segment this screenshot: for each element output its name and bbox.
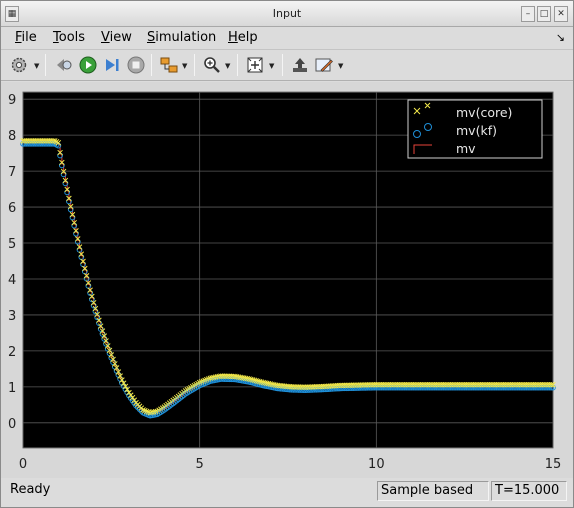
toolbar-separator (45, 54, 46, 76)
x-tick-label: 5 (196, 457, 204, 472)
status-bar: Ready Sample based T=15.000 (1, 479, 573, 507)
menu-tools[interactable]: Tools (53, 30, 85, 45)
close-button[interactable]: ✕ (554, 6, 568, 22)
menu-view-label: iew (109, 30, 132, 45)
y-tick-label: 1 (8, 381, 16, 396)
x-tick-label: 15 (545, 457, 562, 472)
menu-simulation-label: imulation (155, 30, 217, 45)
signal-selector-dropdown-arrow[interactable]: ▼ (182, 62, 187, 70)
menu-file-label: ile (21, 30, 37, 45)
undock-icon[interactable]: ↘ (556, 31, 565, 44)
x-tick-label: 10 (368, 457, 385, 472)
style-icon[interactable] (314, 55, 334, 75)
menu-simulation[interactable]: Simulation (147, 30, 216, 45)
gear-dropdown-arrow[interactable]: ▼ (34, 62, 39, 70)
toolbar-separator (151, 54, 152, 76)
y-tick-label: 3 (8, 309, 16, 324)
zoom-icon[interactable] (202, 55, 222, 75)
menu-help-label: elp (237, 30, 258, 45)
gear-icon[interactable] (9, 55, 29, 75)
menu-file[interactable]: File (15, 30, 37, 45)
y-tick-label: 0 (8, 417, 16, 432)
menu-help-mnemonic: H (228, 30, 238, 45)
title-bar[interactable]: ▦ Input – □ ✕ (1, 1, 573, 27)
fit-dropdown-arrow[interactable]: ▼ (269, 62, 274, 70)
y-tick-label: 2 (8, 345, 16, 360)
plot-area: 0 1 2 3 4 5 6 7 8 9 0 5 10 15 mv(core) mv(kf) mv (1, 82, 573, 478)
maximize-button[interactable]: □ (537, 6, 551, 22)
menu-help[interactable]: Help (228, 30, 258, 45)
zoom-dropdown-arrow[interactable]: ▼ (225, 62, 230, 70)
x-tick-label: 0 (19, 457, 27, 472)
stop-icon[interactable] (126, 55, 146, 75)
legend-label: mv(kf) (456, 123, 497, 138)
toolbar-separator (237, 54, 238, 76)
status-time: T=15.000 (491, 481, 567, 501)
menu-bar: File Tools View Simulation Help ↘ (1, 27, 573, 49)
y-tick-label: 4 (8, 273, 16, 288)
menu-view[interactable]: View (101, 30, 132, 45)
menu-tools-label: ools (58, 30, 86, 45)
toolbar-separator (282, 54, 283, 76)
menu-view-mnemonic: V (101, 30, 110, 45)
run-icon[interactable] (78, 55, 98, 75)
style-dropdown-arrow[interactable]: ▼ (338, 62, 343, 70)
y-tick-label: 8 (8, 129, 16, 144)
fit-to-view-icon[interactable] (245, 55, 265, 75)
scope-window: ▦ Input – □ ✕ File Tools View Simulation… (0, 0, 574, 508)
restore-settings-icon[interactable] (290, 55, 310, 75)
y-tick-label: 6 (8, 201, 16, 216)
status-sample-mode: Sample based (377, 481, 489, 501)
toolbar-separator (194, 54, 195, 76)
minimize-button[interactable]: – (521, 6, 535, 22)
scope-plot[interactable]: 0 1 2 3 4 5 6 7 8 9 0 5 10 15 mv(core) mv(kf) mv (1, 82, 573, 478)
status-ready: Ready (10, 482, 51, 497)
y-tick-label: 9 (8, 93, 16, 108)
window-title: Input (272, 7, 302, 20)
y-tick-label: 5 (8, 237, 16, 252)
step-forward-icon[interactable] (102, 55, 122, 75)
highlight-model-icon[interactable] (54, 55, 74, 75)
legend-label: mv(core) (456, 105, 512, 120)
toolbar: ▼ ▼ ▼ ▼ ▼ (1, 49, 573, 81)
signal-selector-icon[interactable] (159, 55, 179, 75)
y-tick-label: 7 (8, 165, 16, 180)
legend-label: mv (456, 141, 476, 156)
